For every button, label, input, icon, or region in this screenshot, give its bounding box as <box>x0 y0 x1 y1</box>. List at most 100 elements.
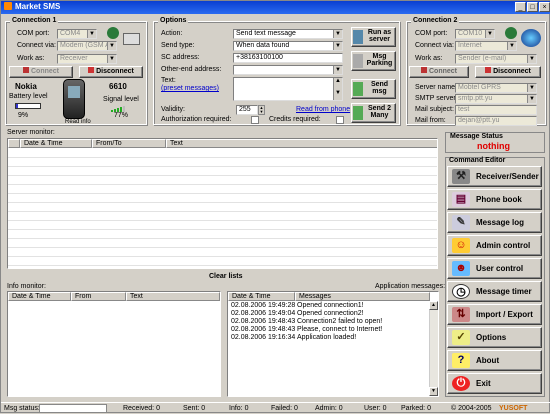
message-timer-button[interactable]: ◷ Message timer <box>447 281 542 302</box>
other-end-input[interactable]: ▼ <box>233 65 343 75</box>
connect-via-select-1[interactable]: Modem (GSM AT) ▼ <box>57 41 117 51</box>
gear-icon[interactable] <box>505 27 517 39</box>
preset-messages-link[interactable]: (preset messages) <box>161 85 219 92</box>
exit-icon: ⏻ <box>452 376 470 391</box>
run-server-button[interactable]: Run as server <box>351 27 396 47</box>
grid-line <box>8 256 437 257</box>
grid-line <box>8 202 437 203</box>
row-datetime: 02.08.2006 19:49:04 <box>231 310 296 317</box>
server-monitor-table[interactable]: Date & Time From/To Text <box>7 138 438 269</box>
col-header[interactable]: Text <box>126 292 220 301</box>
info-monitor-table[interactable]: Date & Time From Text <box>7 291 221 397</box>
phone-model: 6610 <box>109 82 127 91</box>
col-header[interactable]: Date & Time <box>8 292 71 301</box>
disconnect-button-1[interactable]: Disconnect <box>79 66 143 78</box>
signal-label: Signal level <box>103 96 139 103</box>
work-as-select-1[interactable]: Receiver ▼ <box>57 54 117 64</box>
col-header[interactable]: Messages <box>295 292 430 301</box>
msg-parking-button[interactable]: Msg Parking <box>351 51 396 71</box>
scroll-up-icon[interactable]: ▲ <box>429 301 438 310</box>
auth-required-checkbox[interactable] <box>251 116 259 124</box>
exit-button[interactable]: ⏻ Exit <box>447 373 542 394</box>
received-count: Received: 0 <box>123 405 160 412</box>
com-port-select-2[interactable]: COM10 ▼ <box>455 29 495 39</box>
globe-icon <box>521 29 541 47</box>
smtp-server-select[interactable]: smtp.ptt.yu ▼ <box>455 94 537 104</box>
mail-subject-input[interactable]: test <box>455 105 537 115</box>
validity-input[interactable]: 255 <box>236 105 258 115</box>
admin-control-button[interactable]: ☺ Admin control <box>447 235 542 256</box>
options-button[interactable]: ✓ Options <box>447 327 542 348</box>
server-monitor-title: Server monitor: <box>7 129 55 136</box>
validity-spinner[interactable]: ▲ ▼ <box>258 105 265 115</box>
scrollbar[interactable]: ▲ ▼ <box>333 78 342 100</box>
users-icon: ☻ <box>452 261 470 276</box>
read-info-link[interactable]: Read info <box>65 119 91 125</box>
chevron-down-icon: ▼ <box>333 30 342 38</box>
mail-from-input[interactable]: dejan@ptt.yu <box>455 116 537 126</box>
col-header[interactable]: From <box>71 292 126 301</box>
phone-brand: Nokia <box>15 82 37 91</box>
col-header[interactable]: Text <box>166 139 437 148</box>
app-messages-table[interactable]: Date & Time Messages 02.08.2006 19:49:28… <box>227 291 439 397</box>
auth-required-label: Authorization required: <box>161 116 232 123</box>
brand-logo: YUSOFT <box>499 405 528 412</box>
connection2-title: Connection 2 <box>411 17 460 24</box>
window-title: Market SMS <box>15 2 61 11</box>
grid-line <box>8 247 437 248</box>
disconnect-button-2[interactable]: Disconnect <box>475 66 541 78</box>
read-from-phone-link[interactable]: Read from phone <box>296 106 350 113</box>
disconnect-label-1: Disconnect <box>96 68 134 75</box>
row-message: Opened connection1! <box>297 302 364 309</box>
button-label: Phone book <box>476 195 522 204</box>
work-as-value-1: Receiver <box>60 55 88 62</box>
signal-bar <box>111 110 113 112</box>
book-icon: ▤ <box>452 192 470 207</box>
col-header[interactable]: Date & Time <box>228 292 295 301</box>
grid-line <box>8 157 437 158</box>
user-control-button[interactable]: ☻ User control <box>447 258 542 279</box>
sent-count: Sent: 0 <box>183 405 206 412</box>
credits-required-label: Credits required: <box>269 116 321 123</box>
grid-line <box>8 238 437 239</box>
minimize-button[interactable]: _ <box>515 2 526 12</box>
parked-count: Parked: 0 <box>401 405 431 412</box>
send-type-select[interactable]: When data found ▼ <box>233 41 343 51</box>
gear-icon[interactable] <box>107 27 119 39</box>
message-log-button[interactable]: ✎ Message log <box>447 212 542 233</box>
sc-address-input[interactable]: +38163100100 <box>233 53 343 63</box>
import-export-button[interactable]: ⇅ Import / Export <box>447 304 542 325</box>
button-label: Message timer <box>476 287 532 296</box>
mail-subject-value: test <box>458 106 470 113</box>
col-header[interactable]: Date & Time <box>20 139 92 148</box>
action-select[interactable]: Send text message ▼ <box>233 29 343 39</box>
text-input[interactable]: ▲ ▼ <box>233 77 343 101</box>
work-as-select-2[interactable]: Sender (e-mail) ▼ <box>455 54 537 64</box>
connect-via-label-2: Connect via: <box>415 42 454 49</box>
send-msg-button[interactable]: Send msg <box>351 79 396 99</box>
scrollbar[interactable]: ▲ ▼ <box>429 301 438 396</box>
scroll-down-icon[interactable]: ▼ <box>429 387 438 396</box>
chevron-down-icon: ▼ <box>507 42 516 50</box>
battery-label: Battery level <box>9 93 48 100</box>
log-icon: ✎ <box>452 215 470 230</box>
col-header[interactable]: From/To <box>92 139 166 148</box>
connect-via-select-2[interactable]: Internet ▼ <box>455 41 517 51</box>
connect-button-2[interactable]: Connect <box>409 66 469 78</box>
close-button[interactable]: × <box>539 2 550 12</box>
com-port-select-1[interactable]: COM4 ▼ <box>57 29 97 39</box>
battery-percent: 9% <box>18 112 29 119</box>
phone-book-button[interactable]: ▤ Phone book <box>447 189 542 210</box>
connect-button-1[interactable]: Connect <box>9 66 73 78</box>
credits-required-checkbox[interactable] <box>336 116 344 124</box>
maximize-button[interactable]: □ <box>527 2 538 12</box>
clear-lists-link[interactable]: Clear lists <box>209 273 242 280</box>
server-name-select[interactable]: Mobtel GPRS ▼ <box>455 83 537 93</box>
grid-line <box>8 211 437 212</box>
mail-subject-label: Mail subject: <box>415 106 454 113</box>
button-label: About <box>476 356 500 365</box>
send-2-many-button[interactable]: Send 2 Many <box>351 103 396 123</box>
chevron-down-icon: ▼ <box>485 30 494 38</box>
receiver-sender-button[interactable]: ⚒ Receiver/Sender <box>447 166 542 187</box>
about-button[interactable]: ? About <box>447 350 542 371</box>
